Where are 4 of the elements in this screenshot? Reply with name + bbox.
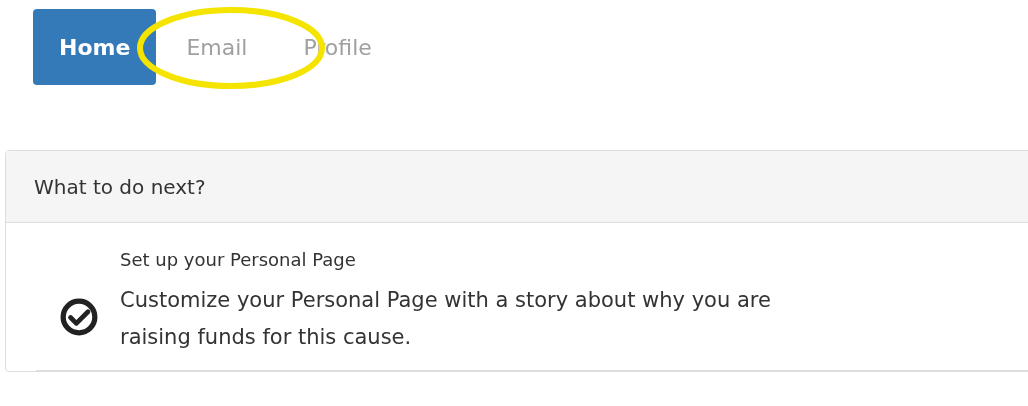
panel-title: What to do next? (34, 174, 206, 199)
task-description: Customize your Personal Page with a story about why you are raising funds for this cause. (120, 287, 772, 351)
task-title: Set up your Personal Page (120, 249, 357, 270)
nav-tab[interactable]: Home (33, 9, 157, 85)
